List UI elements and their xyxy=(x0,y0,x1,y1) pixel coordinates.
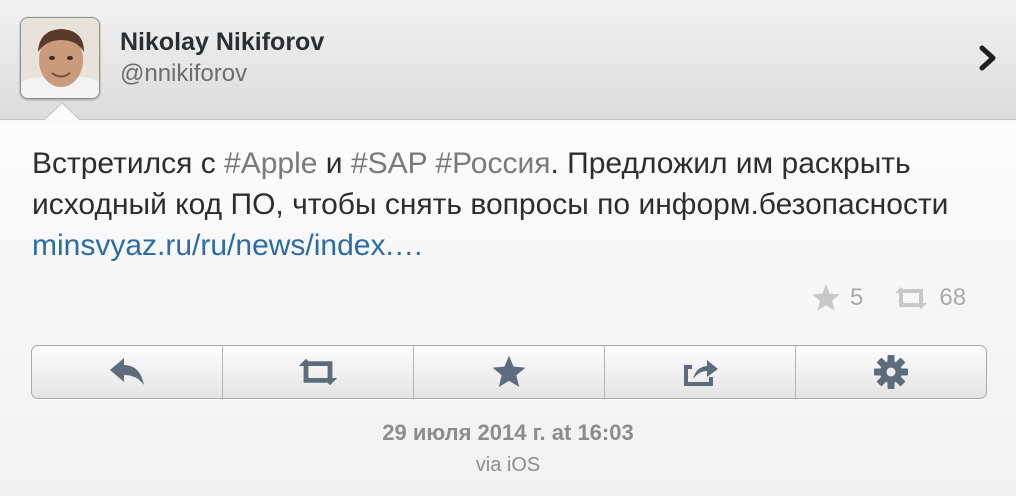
reply-icon xyxy=(110,358,144,385)
share-button[interactable] xyxy=(605,346,796,398)
retweets-count: 68 xyxy=(939,284,967,311)
profile-header[interactable]: Nikolay Nikiforov @nnikiforov xyxy=(0,0,1016,120)
chevron-right-icon[interactable] xyxy=(976,44,1000,72)
hashtag-russia[interactable]: #Россия xyxy=(435,147,550,180)
hashtag-apple[interactable]: #Apple xyxy=(224,147,317,180)
tweet-timestamp: 29 июля 2014 г. at 16:03 xyxy=(382,420,634,445)
settings-button[interactable] xyxy=(796,346,986,398)
tweet-text-segment: Встретился с xyxy=(32,147,225,180)
favorite-button[interactable] xyxy=(414,346,605,398)
share-icon xyxy=(684,360,718,386)
tweet-stats: 5 68 xyxy=(810,280,966,316)
retweet-icon xyxy=(895,287,928,309)
gear-icon xyxy=(874,355,908,389)
favorites-stat[interactable]: 5 xyxy=(810,283,863,313)
action-bar xyxy=(31,345,987,399)
favorites-count: 5 xyxy=(850,284,864,311)
retweet-button[interactable] xyxy=(223,346,414,398)
user-name: Nikolay Nikiforov xyxy=(120,28,325,56)
avatar[interactable] xyxy=(20,17,100,99)
header-pointer xyxy=(44,102,80,121)
tweet-source: via iOS xyxy=(475,454,541,476)
retweet-icon xyxy=(298,358,338,386)
reply-button[interactable] xyxy=(32,346,223,398)
tweet-text: Встретился с #Apple и #SAP #Россия. Пред… xyxy=(32,143,992,266)
tweet-link[interactable]: minsvyaz.ru/ru/news/index.… xyxy=(32,229,424,262)
star-icon xyxy=(492,355,526,388)
tweet-text-segment: и xyxy=(317,147,351,180)
retweets-stat[interactable]: 68 xyxy=(891,284,966,312)
hashtag-sap[interactable]: #SAP xyxy=(351,147,427,180)
star-icon xyxy=(812,284,840,311)
user-handle: @nnikiforov xyxy=(120,60,248,87)
